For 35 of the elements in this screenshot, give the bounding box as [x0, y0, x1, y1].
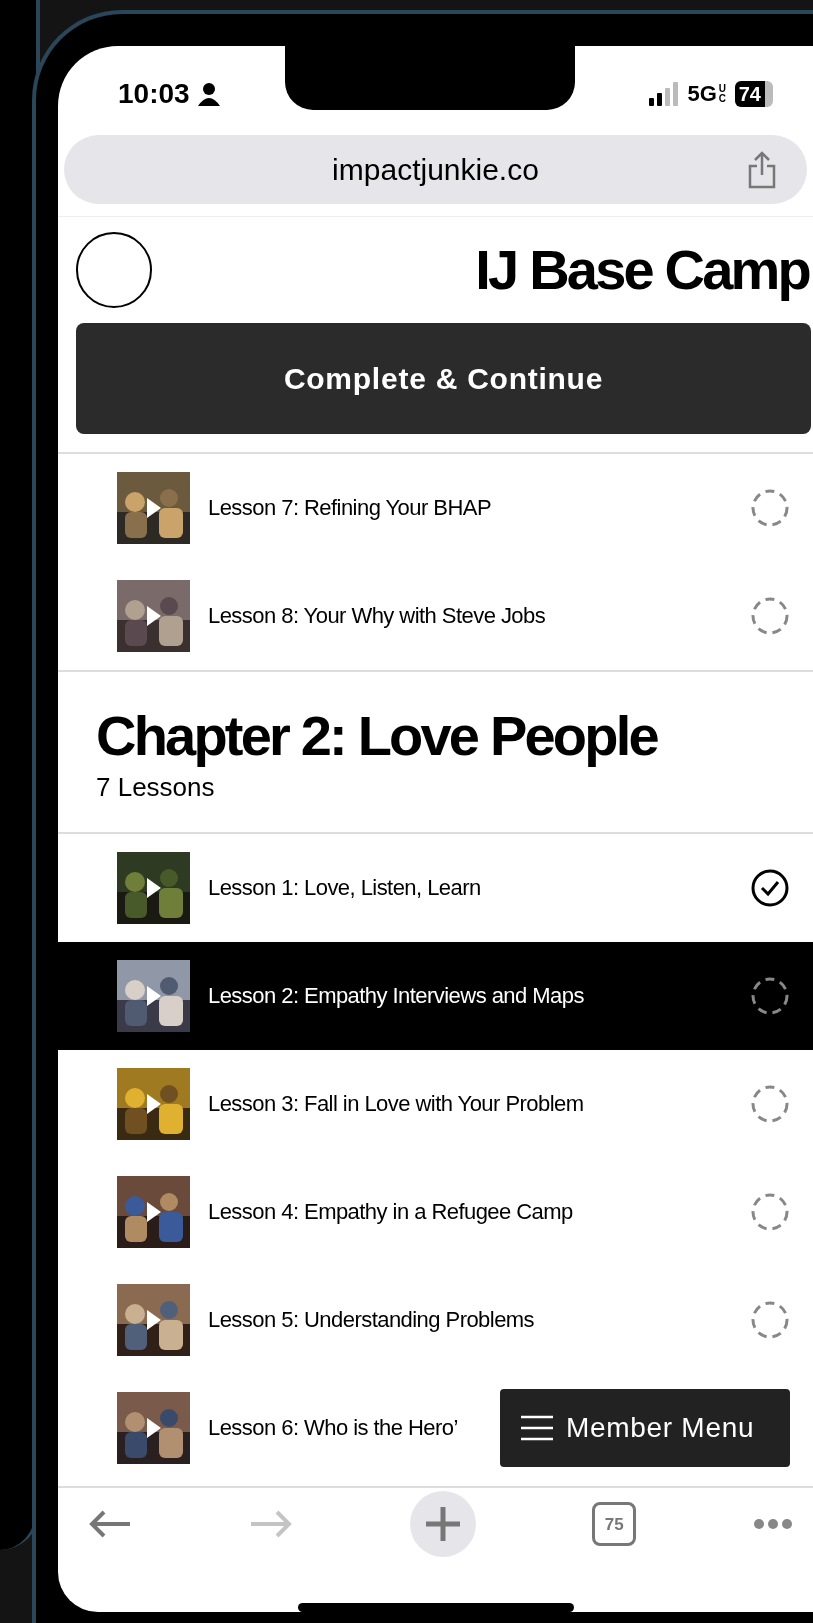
network-sub-label: UC	[718, 83, 727, 104]
member-menu-button[interactable]: Member Menu	[500, 1388, 790, 1467]
check-circle-icon[interactable]	[750, 867, 790, 908]
lesson-title: Lesson 6: Who is the Hero’	[208, 1414, 458, 1443]
lesson-title: Lesson 1: Love, Listen, Learn	[208, 874, 481, 903]
url-text: impactjunkie.co	[332, 152, 539, 189]
network-label: 5G	[687, 80, 717, 109]
chapter-title: Chapter 2: Love People	[96, 702, 659, 769]
lesson-title: Lesson 2: Empathy Interviews and Maps	[208, 982, 584, 1011]
person-icon	[197, 81, 220, 106]
battery-indicator: 74	[734, 80, 773, 107]
menu-icon	[520, 1414, 554, 1441]
complete-continue-button[interactable]: Complete & Continue	[76, 323, 811, 434]
back-arrow-icon[interactable]	[88, 1509, 132, 1540]
dashed-circle-icon[interactable]	[750, 1083, 790, 1124]
dashed-circle-icon[interactable]	[750, 1191, 790, 1232]
dashed-circle-icon[interactable]	[750, 487, 790, 528]
signal-icon	[649, 81, 680, 106]
dashed-circle-icon[interactable]	[750, 595, 790, 636]
lesson-count: 7 Lessons	[96, 770, 216, 804]
lesson-title: Lesson 8: Your Why with Steve Jobs	[208, 602, 546, 631]
lesson-title: Lesson 7: Refining Your BHAP	[208, 494, 492, 523]
url-bar[interactable]: impactjunkie.co	[64, 135, 807, 205]
dashed-circle-icon[interactable]	[750, 1299, 790, 1340]
lesson-title: Lesson 3: Fall in Love with Your Problem	[208, 1090, 584, 1119]
status-time: 10:03	[118, 76, 190, 111]
lesson-row[interactable]: Lesson 2: Empathy Interviews and Maps	[58, 941, 813, 1050]
lesson-title: Lesson 4: Empathy in a Refugee Camp	[208, 1198, 573, 1227]
course-title: IJ Base Camp	[475, 237, 809, 304]
tab-count-button[interactable]: 75	[592, 1502, 637, 1547]
more-icon[interactable]	[753, 1518, 793, 1531]
share-icon[interactable]	[747, 150, 777, 189]
new-tab-icon[interactable]	[409, 1491, 476, 1558]
dashed-circle-icon[interactable]	[750, 975, 790, 1016]
lesson-title: Lesson 5: Understanding Problems	[208, 1306, 535, 1335]
